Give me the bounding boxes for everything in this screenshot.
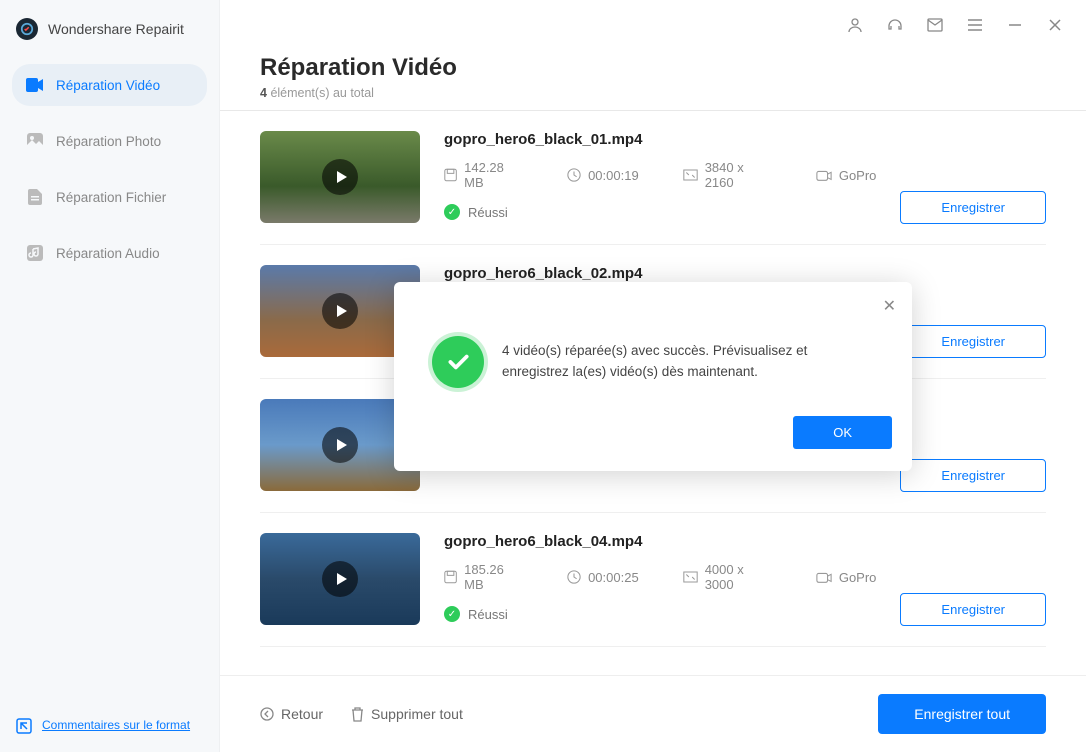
feedback-icon <box>16 718 32 734</box>
modal-overlay: ✕ 4 vidéo(s) réparée(s) avec succès. Pré… <box>220 0 1086 752</box>
sidebar-item-audio-repair[interactable]: Réparation Audio <box>12 232 207 274</box>
modal-message: 4 vidéo(s) réparée(s) avec succès. Prévi… <box>502 341 874 382</box>
ok-button[interactable]: OK <box>793 416 892 449</box>
file-icon <box>26 188 44 206</box>
sidebar-item-photo-repair[interactable]: Réparation Photo <box>12 120 207 162</box>
app-logo-icon <box>16 18 38 40</box>
modal-close-button[interactable]: ✕ <box>883 296 896 316</box>
success-check-icon <box>432 336 484 388</box>
sidebar: Wondershare Repairit Réparation Vidéo Ré… <box>0 0 220 752</box>
video-icon <box>26 76 44 94</box>
audio-icon <box>26 244 44 262</box>
success-modal: ✕ 4 vidéo(s) réparée(s) avec succès. Pré… <box>394 282 912 471</box>
sidebar-item-label: Réparation Fichier <box>56 190 166 205</box>
sidebar-item-label: Réparation Audio <box>56 246 160 261</box>
sidebar-item-video-repair[interactable]: Réparation Vidéo <box>12 64 207 106</box>
brand-header: Wondershare Repairit <box>0 0 219 64</box>
brand-name: Wondershare Repairit <box>48 21 184 37</box>
sidebar-item-label: Réparation Photo <box>56 134 161 149</box>
sidebar-item-file-repair[interactable]: Réparation Fichier <box>12 176 207 218</box>
photo-icon <box>26 132 44 150</box>
sidebar-item-label: Réparation Vidéo <box>56 78 160 93</box>
feedback-link[interactable]: Commentaires sur le format <box>42 718 190 734</box>
